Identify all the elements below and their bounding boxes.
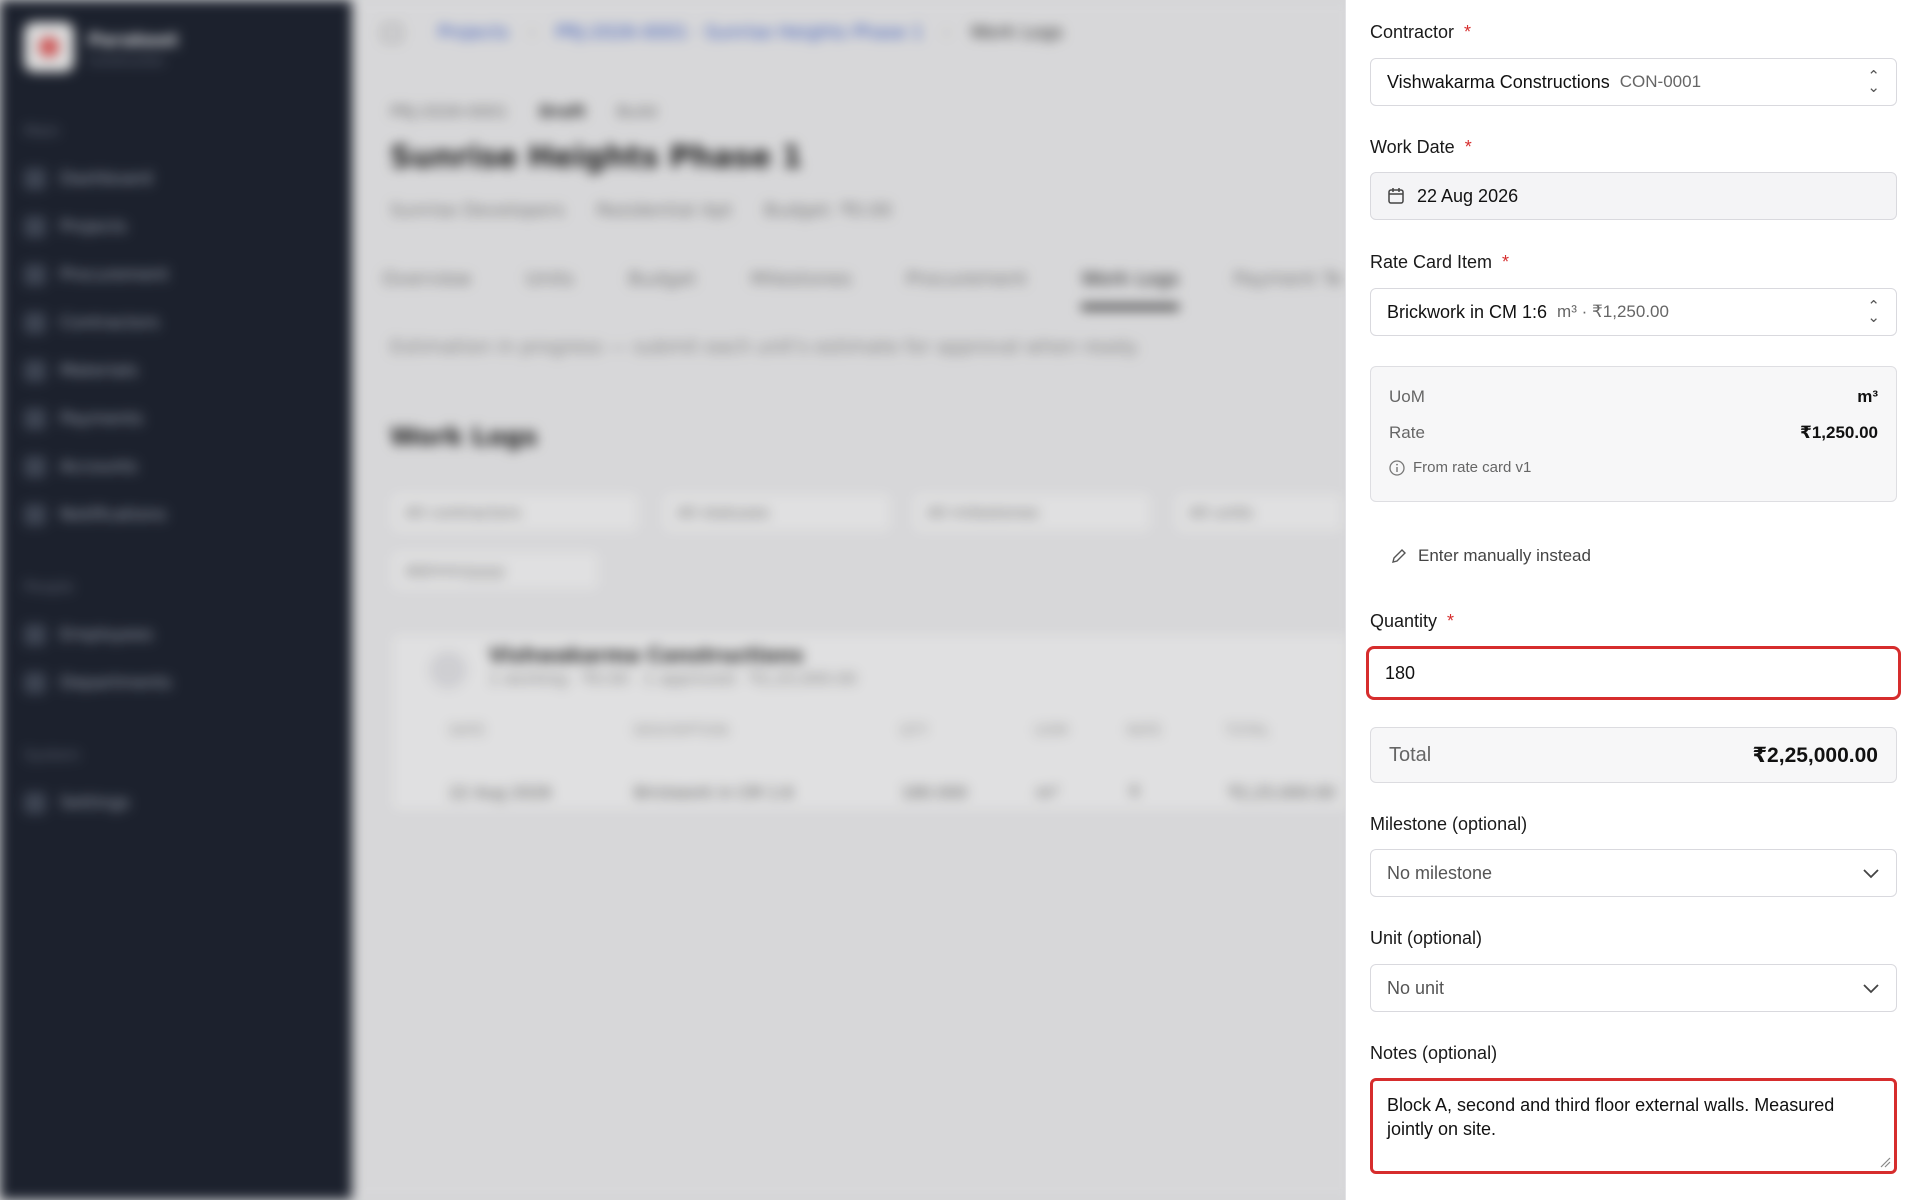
resize-handle-icon[interactable] (1879, 1156, 1891, 1168)
unit-label: Unit (optional) (1370, 928, 1483, 948)
work-date-label: Work Date * (1370, 137, 1472, 157)
chevron-down-icon (1863, 984, 1879, 994)
modal-overlay[interactable] (0, 0, 1345, 1200)
milestone-label: Milestone (optional) (1370, 814, 1528, 834)
chevron-up-down-icon: ⌃ ⌄ (1867, 298, 1880, 326)
rate-card-select[interactable]: Brickwork in CM 1:6 m³ · ₹1,250.00 ⌃ ⌄ (1370, 288, 1897, 336)
quantity-value: 180 (1385, 662, 1416, 683)
milestone-value: No milestone (1387, 862, 1493, 883)
rate-info-box: UoM m³ Rate ₹1,250.00 From rate card v1 (1370, 366, 1897, 502)
pencil-icon (1392, 549, 1406, 563)
contractor-label: Contractor * (1370, 22, 1472, 42)
work-date-field[interactable]: 22 Aug 2026 (1370, 172, 1897, 220)
rate-card-detail: m³ · ₹1,250.00 (1557, 302, 1669, 321)
notes-label: Notes (optional) (1370, 1043, 1498, 1063)
contractor-value: Vishwakarma Constructions (1387, 71, 1610, 92)
contractor-code: CON-0001 (1619, 72, 1702, 91)
unit-value: No unit (1387, 977, 1445, 998)
work-log-form-panel: Contractor * Vishwakarma Constructions CO… (1345, 0, 1920, 1200)
notes-value: Block A, second and third floor external… (1387, 1095, 1835, 1139)
milestone-select[interactable]: No milestone (1370, 849, 1897, 897)
info-icon (1389, 460, 1405, 476)
rate-source: From rate card v1 (1389, 459, 1878, 476)
calendar-icon (1388, 188, 1404, 204)
rate-card-value: Brickwork in CM 1:6 (1387, 301, 1548, 322)
uom-row: UoM m³ (1389, 387, 1878, 406)
rate-card-label: Rate Card Item * (1370, 252, 1510, 272)
quantity-input[interactable]: 180 (1366, 646, 1901, 700)
chevron-down-icon (1863, 869, 1879, 879)
unit-select[interactable]: No unit (1370, 964, 1897, 1012)
contractor-select[interactable]: Vishwakarma Constructions CON-0001 ⌃ ⌄ (1370, 58, 1897, 106)
chevron-up-down-icon: ⌃ ⌄ (1867, 68, 1880, 96)
quantity-label: Quantity * (1370, 611, 1455, 631)
work-date-value: 22 Aug 2026 (1417, 185, 1519, 206)
rate-row: Rate ₹1,250.00 (1389, 423, 1878, 442)
total-value: ₹2,25,000.00 (1752, 743, 1878, 767)
total-label: Total (1389, 743, 1432, 766)
total-box: Total ₹2,25,000.00 (1370, 727, 1897, 783)
enter-manually-link[interactable]: Enter manually instead (1390, 546, 1591, 566)
notes-textarea[interactable]: Block A, second and third floor external… (1370, 1078, 1897, 1174)
